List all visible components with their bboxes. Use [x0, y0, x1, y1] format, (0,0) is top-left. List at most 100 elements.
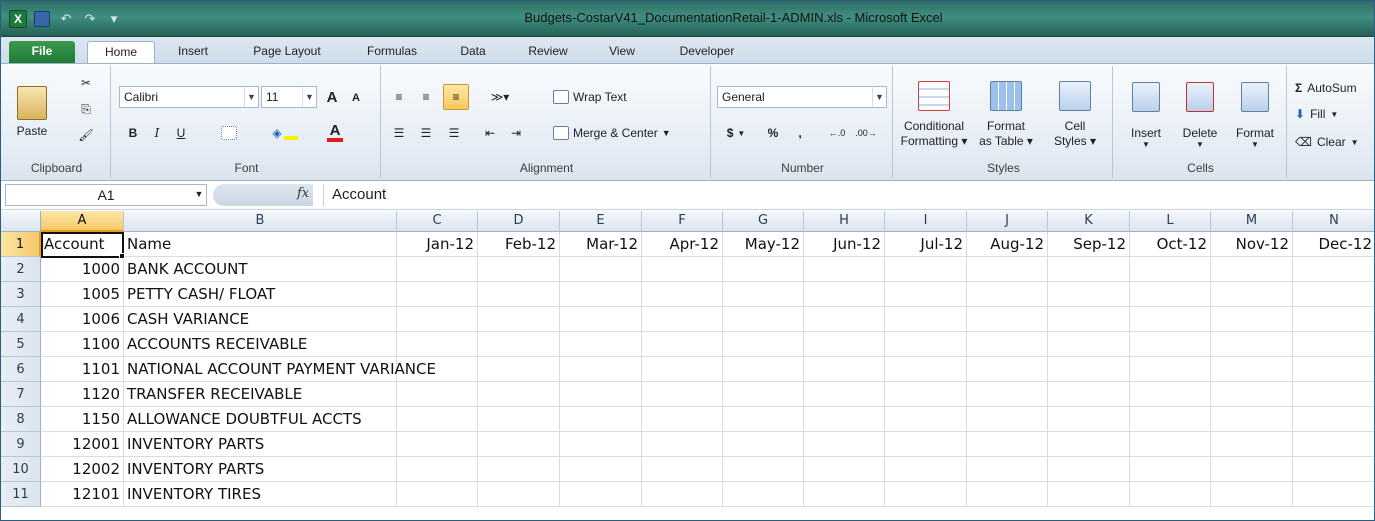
align-bottom-icon[interactable]: ≡	[443, 84, 469, 110]
empty-cell[interactable]	[723, 282, 804, 307]
row-header-5[interactable]: 5	[1, 332, 41, 357]
empty-cell[interactable]	[478, 357, 560, 382]
empty-cell[interactable]	[723, 457, 804, 482]
empty-cell[interactable]	[967, 357, 1048, 382]
empty-cell[interactable]	[885, 307, 967, 332]
paste-button[interactable]: Paste	[9, 72, 55, 152]
column-header-f[interactable]: F	[642, 211, 723, 232]
empty-cell[interactable]	[1293, 332, 1374, 357]
column-header-d[interactable]: D	[478, 211, 560, 232]
empty-cell[interactable]	[1048, 282, 1130, 307]
tab-page-layout[interactable]: Page Layout	[237, 41, 337, 63]
column-header-h[interactable]: H	[804, 211, 885, 232]
empty-cell[interactable]	[397, 282, 478, 307]
empty-cell[interactable]	[723, 307, 804, 332]
name-cell[interactable]: ACCOUNTS RECEIVABLE	[124, 332, 397, 357]
empty-cell[interactable]	[1130, 432, 1211, 457]
name-cell[interactable]: INVENTORY PARTS	[124, 432, 397, 457]
column-header-j[interactable]: J	[967, 211, 1048, 232]
decrease-decimal-icon[interactable]: .00→	[853, 122, 879, 144]
tab-insert[interactable]: Insert	[163, 41, 223, 63]
font-size-combo[interactable]: 11 ▼	[261, 86, 317, 108]
row-header-6[interactable]: 6	[1, 357, 41, 382]
empty-cell[interactable]	[1211, 282, 1293, 307]
empty-cell[interactable]	[1048, 407, 1130, 432]
align-left-icon[interactable]: ☰	[389, 122, 409, 144]
empty-cell[interactable]	[397, 482, 478, 507]
header-cell-k[interactable]: Sep-12	[1048, 232, 1130, 257]
empty-cell[interactable]	[1048, 382, 1130, 407]
account-cell[interactable]: 12002	[41, 457, 124, 482]
name-cell[interactable]: TRANSFER RECEIVABLE	[124, 382, 397, 407]
clear-button[interactable]: ⌫ Clear ▼	[1295, 132, 1374, 152]
currency-button[interactable]: $ ▼	[721, 122, 751, 144]
empty-cell[interactable]	[397, 407, 478, 432]
empty-cell[interactable]	[1130, 457, 1211, 482]
empty-cell[interactable]	[560, 432, 642, 457]
comma-button[interactable]: ,	[789, 122, 811, 144]
empty-cell[interactable]	[1293, 432, 1374, 457]
empty-cell[interactable]	[1130, 407, 1211, 432]
header-cell-n[interactable]: Dec-12	[1293, 232, 1374, 257]
empty-cell[interactable]	[560, 332, 642, 357]
empty-cell[interactable]	[1130, 307, 1211, 332]
font-name-combo[interactable]: Calibri ▼	[119, 86, 259, 108]
empty-cell[interactable]	[642, 282, 723, 307]
empty-cell[interactable]	[642, 382, 723, 407]
formula-input[interactable]: Account	[323, 184, 1374, 206]
empty-cell[interactable]	[1293, 357, 1374, 382]
row-header-8[interactable]: 8	[1, 407, 41, 432]
empty-cell[interactable]	[1211, 307, 1293, 332]
account-cell[interactable]: 12101	[41, 482, 124, 507]
tab-review[interactable]: Review	[515, 41, 581, 63]
empty-cell[interactable]	[1048, 482, 1130, 507]
tab-home[interactable]: Home	[87, 41, 155, 63]
empty-cell[interactable]	[642, 457, 723, 482]
empty-cell[interactable]	[804, 382, 885, 407]
fill-button[interactable]: ⬇ Fill ▼	[1295, 104, 1374, 124]
name-box[interactable]: A1	[5, 184, 207, 206]
delete-cells-button[interactable]: Delete ▼	[1175, 72, 1225, 158]
account-cell[interactable]: 1120	[41, 382, 124, 407]
empty-cell[interactable]	[967, 432, 1048, 457]
empty-cell[interactable]	[885, 382, 967, 407]
empty-cell[interactable]	[804, 407, 885, 432]
empty-cell[interactable]	[885, 432, 967, 457]
account-cell[interactable]: 1006	[41, 307, 124, 332]
empty-cell[interactable]	[478, 382, 560, 407]
empty-cell[interactable]	[723, 432, 804, 457]
empty-cell[interactable]	[723, 257, 804, 282]
row-header-2[interactable]: 2	[1, 257, 41, 282]
empty-cell[interactable]	[804, 282, 885, 307]
copy-icon[interactable]: ⎘	[75, 98, 97, 120]
empty-cell[interactable]	[1211, 382, 1293, 407]
empty-cell[interactable]	[1130, 332, 1211, 357]
column-header-l[interactable]: L	[1130, 211, 1211, 232]
column-header-e[interactable]: E	[560, 211, 642, 232]
empty-cell[interactable]	[560, 407, 642, 432]
empty-cell[interactable]	[1293, 282, 1374, 307]
header-cell-g[interactable]: May-12	[723, 232, 804, 257]
column-header-i[interactable]: I	[885, 211, 967, 232]
empty-cell[interactable]	[885, 457, 967, 482]
empty-cell[interactable]	[1293, 457, 1374, 482]
empty-cell[interactable]	[1048, 332, 1130, 357]
empty-cell[interactable]	[397, 457, 478, 482]
merge-center-button[interactable]: Merge & Center ▼	[553, 122, 703, 144]
empty-cell[interactable]	[723, 332, 804, 357]
empty-cell[interactable]	[885, 282, 967, 307]
column-header-c[interactable]: C	[397, 211, 478, 232]
empty-cell[interactable]	[1293, 307, 1374, 332]
row-header-1[interactable]: 1	[1, 232, 41, 257]
empty-cell[interactable]	[642, 407, 723, 432]
empty-cell[interactable]	[967, 482, 1048, 507]
header-cell-d[interactable]: Feb-12	[478, 232, 560, 257]
format-painter-icon[interactable]: 🖌	[75, 124, 97, 146]
name-cell[interactable]: ALLOWANCE DOUBTFUL ACCTS	[124, 407, 397, 432]
empty-cell[interactable]	[642, 482, 723, 507]
empty-cell[interactable]	[723, 482, 804, 507]
empty-cell[interactable]	[1048, 307, 1130, 332]
increase-decimal-icon[interactable]: ←.0	[825, 122, 849, 144]
cut-icon[interactable]: ✂	[75, 72, 97, 94]
empty-cell[interactable]	[1130, 282, 1211, 307]
